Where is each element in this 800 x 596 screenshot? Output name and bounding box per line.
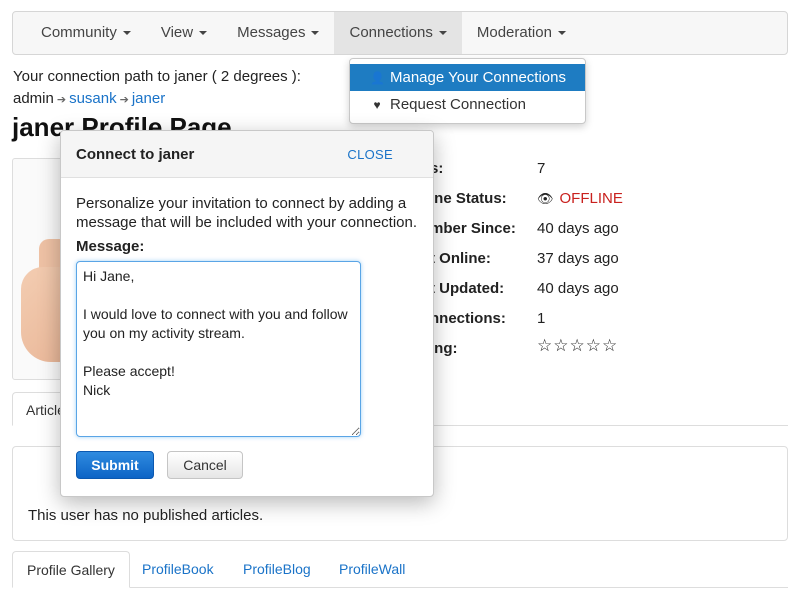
info-row-last-updated: t Updated: 40 days ago: [430, 280, 619, 297]
modal-description: Personalize your invitation to connect b…: [76, 195, 418, 231]
arrow-right-icon: ➔: [119, 94, 129, 106]
connect-modal: Connect to janer CLOSE Personalize your …: [60, 130, 434, 497]
caret-down-icon: [199, 31, 208, 36]
caret-down-icon: [122, 31, 131, 36]
connection-path-text: Your connection path to janer ( 2 degree…: [13, 68, 301, 85]
breadcrumb-link-janer[interactable]: janer: [132, 90, 165, 107]
caret-down-icon: [311, 31, 320, 36]
rating-stars[interactable]: ☆☆☆☆☆: [537, 336, 618, 356]
top-navbar: Community View Messages Connections Mode…: [12, 11, 788, 55]
nav-community[interactable]: Community: [26, 12, 146, 54]
info-row-online-status: ine Status: 👁 OFFLINE: [430, 190, 623, 207]
caret-down-icon: [438, 31, 447, 36]
status-offline: OFFLINE: [559, 190, 623, 207]
caret-down-icon: [557, 31, 566, 36]
heart-icon: ♥: [373, 98, 381, 112]
connection-breadcrumb: admin ➔ susank ➔ janer: [13, 90, 165, 107]
tab-profileblog[interactable]: ProfileBlog: [229, 551, 325, 588]
person-icon: 👤: [370, 71, 385, 85]
info-row-member-since: mber Since: 40 days ago: [430, 220, 619, 237]
profile-photo: [12, 158, 63, 380]
no-articles-message: This user has no published articles.: [28, 507, 264, 524]
tab-profilewall[interactable]: ProfileWall: [325, 551, 419, 588]
nav-messages[interactable]: Messages: [222, 12, 334, 54]
nav-connections[interactable]: Connections: [334, 12, 462, 54]
nav-view[interactable]: View: [146, 12, 222, 54]
modal-title: Connect to janer: [76, 146, 195, 163]
close-button[interactable]: CLOSE: [347, 147, 393, 162]
profile-tabs: Profile Gallery ProfileBook ProfileBlog …: [12, 551, 788, 588]
cancel-button[interactable]: Cancel: [167, 451, 243, 479]
info-row-1: s: 7: [430, 160, 546, 177]
breadcrumb-admin: admin: [13, 90, 54, 107]
eye-slash-icon: 👁: [537, 191, 554, 206]
menu-item-request-connection[interactable]: ♥ Request Connection: [350, 91, 585, 118]
nav-moderation[interactable]: Moderation: [462, 12, 581, 54]
message-textarea[interactable]: Hi Jane, I would love to connect with yo…: [76, 261, 361, 437]
message-label: Message:: [76, 238, 145, 255]
breadcrumb-link-susank[interactable]: susank: [69, 90, 117, 107]
submit-button[interactable]: Submit: [76, 451, 154, 479]
info-row-last-online: t Online: 37 days ago: [430, 250, 619, 267]
tab-profile-gallery[interactable]: Profile Gallery: [12, 551, 130, 588]
modal-header: Connect to janer CLOSE: [61, 131, 433, 178]
connections-dropdown-menu: 👤 Manage Your Connections ♥ Request Connec…: [349, 58, 586, 124]
info-row-rating: ing: ☆☆☆☆☆: [430, 336, 619, 357]
menu-item-manage-connections[interactable]: 👤 Manage Your Connections: [350, 64, 585, 91]
tab-profilebook[interactable]: ProfileBook: [128, 551, 228, 588]
arrow-right-icon: ➔: [56, 94, 67, 106]
